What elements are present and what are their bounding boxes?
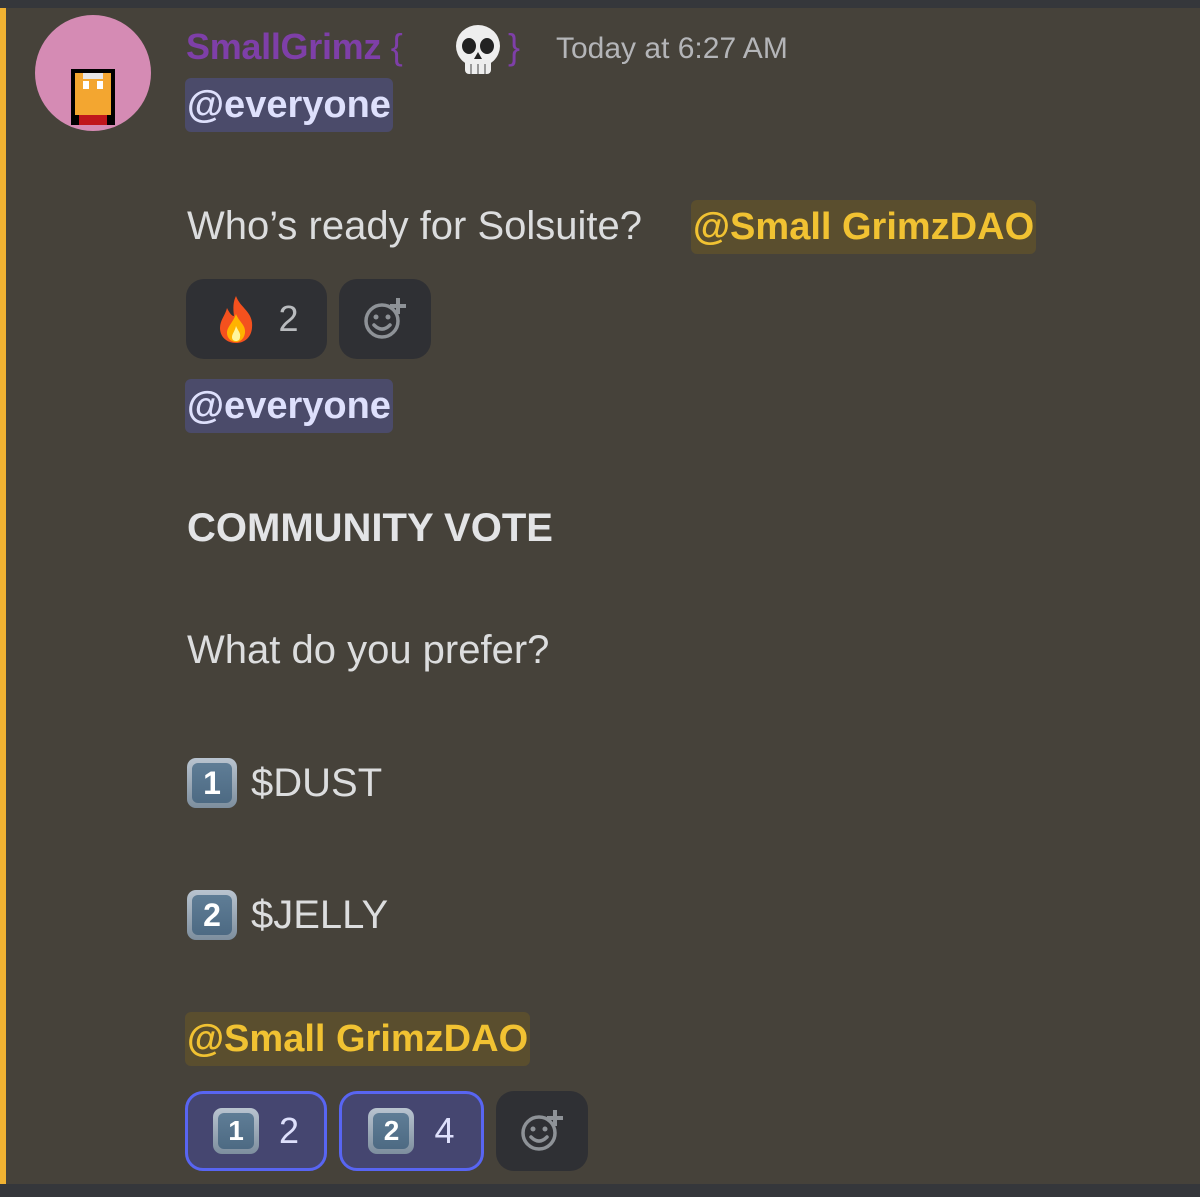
avatar-base (79, 115, 107, 125)
vote-question: What do you prefer? (187, 628, 550, 672)
author-brace-open: { (390, 26, 403, 67)
vote-option-1: 1 $DUST (187, 758, 382, 808)
author-name[interactable]: SmallGrimz { (186, 26, 403, 68)
vote-option-label: $JELLY (251, 892, 389, 937)
avatar-eye-left (83, 81, 89, 89)
role-mention[interactable]: @Small GrimzDAO (185, 1012, 531, 1066)
avatar[interactable] (35, 15, 151, 131)
reaction-keycap-1[interactable]: 1 2 (185, 1091, 327, 1171)
reaction-fire[interactable]: 2 (186, 279, 327, 359)
reaction-keycap-2[interactable]: 2 4 (339, 1091, 484, 1171)
author-username[interactable]: SmallGrimz (186, 26, 381, 67)
role-mention[interactable]: @Small GrimzDAO (691, 200, 1037, 254)
keycap-2-icon: 2 (187, 890, 237, 940)
add-reaction-button[interactable] (496, 1091, 588, 1171)
reaction-count: 2 (278, 298, 299, 339)
highlight-accent-bar (0, 8, 6, 1184)
keycap-1-icon: 1 (187, 758, 237, 808)
message-text: Who’s ready for Solsuite? (187, 204, 643, 248)
add-reaction-button[interactable] (339, 279, 431, 359)
vote-heading: COMMUNITY VOTE (187, 506, 553, 550)
skull-icon (456, 25, 500, 74)
top-divider (0, 0, 1200, 8)
vote-option-label: $DUST (251, 760, 383, 805)
keycap-2-icon: 2 (368, 1108, 415, 1154)
message-timestamp[interactable]: Today at 6:27 AM (556, 32, 788, 66)
add-reaction-icon (521, 1110, 563, 1151)
mention-everyone[interactable]: @everyone (185, 379, 393, 433)
mention-everyone[interactable]: @everyone (185, 78, 393, 132)
bottom-divider (0, 1184, 1200, 1197)
author-brace-close-wrap: } (508, 26, 520, 68)
add-reaction-icon (364, 298, 406, 339)
avatar-crown (83, 73, 103, 79)
keycap-1-icon: 1 (212, 1108, 259, 1154)
message-container: SmallGrimz { } Today at 6:27 AM @everyon… (0, 8, 1200, 1184)
reaction-count: 4 (434, 1110, 455, 1151)
author-brace-close: } (508, 26, 520, 67)
avatar-body (75, 73, 111, 115)
reaction-count: 2 (278, 1110, 300, 1151)
fire-icon (220, 296, 253, 343)
avatar-eye-right (97, 81, 103, 89)
vote-option-2: 2 $JELLY (187, 890, 388, 940)
